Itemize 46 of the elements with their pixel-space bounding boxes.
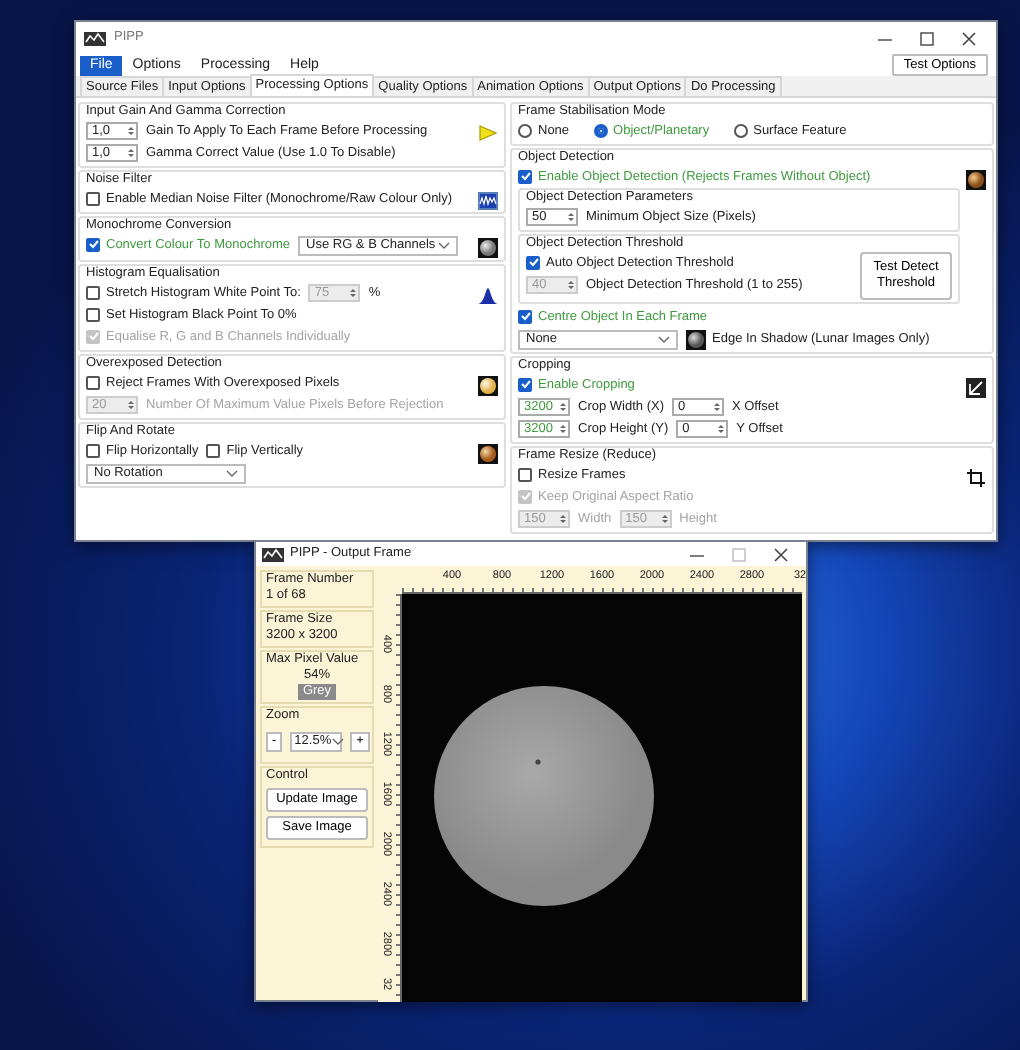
up-down-arrows-icon (659, 512, 670, 526)
chevron-icon (438, 241, 451, 249)
up-down-arrows-icon (126, 146, 136, 160)
radio-button[interactable] (593, 123, 608, 138)
close-icon[interactable] (774, 547, 788, 561)
app-icon (262, 547, 284, 561)
up-down-arrows-icon (566, 278, 576, 292)
up-down-arrows-icon (558, 400, 568, 414)
waveform-icon (478, 192, 498, 210)
up-down-arrows-icon (558, 512, 568, 526)
checkbox[interactable] (86, 307, 100, 322)
chevron-icon (658, 335, 670, 343)
sphere-icon (478, 238, 498, 258)
crop-tool-icon (966, 378, 986, 398)
checkbox[interactable] (518, 377, 532, 392)
close-icon[interactable] (962, 31, 976, 45)
chevron-icon (331, 738, 344, 746)
up-down-arrows-icon (126, 124, 136, 138)
sphere-icon (478, 376, 498, 396)
up-down-arrows-icon (711, 400, 722, 414)
crop-icon (966, 468, 986, 488)
checkbox[interactable] (86, 237, 100, 252)
checkbox[interactable] (86, 443, 100, 458)
up-down-arrows-icon (716, 422, 727, 436)
checkbox[interactable] (518, 467, 532, 482)
checkbox[interactable] (86, 375, 100, 390)
app-icon (84, 31, 106, 45)
up-down-arrows-icon (126, 398, 136, 412)
play-icon (478, 124, 498, 142)
checkbox[interactable] (518, 169, 532, 184)
checkbox[interactable] (206, 443, 221, 458)
up-down-arrows-icon (566, 210, 576, 224)
radio-button[interactable] (733, 123, 748, 138)
chevron-icon (226, 469, 238, 477)
checkbox[interactable] (526, 255, 540, 270)
checkbox[interactable] (86, 285, 100, 300)
sphere-icon (966, 170, 986, 190)
up-down-arrows-icon (348, 286, 359, 300)
moon-icon (686, 329, 706, 349)
checkbox[interactable] (86, 191, 100, 206)
checkbox[interactable] (518, 309, 532, 324)
histogram-icon (478, 286, 498, 304)
up-down-arrows-icon (558, 422, 568, 436)
radio-button[interactable] (518, 123, 532, 138)
sphere-icon (478, 444, 498, 464)
maximize-icon[interactable] (920, 31, 934, 45)
